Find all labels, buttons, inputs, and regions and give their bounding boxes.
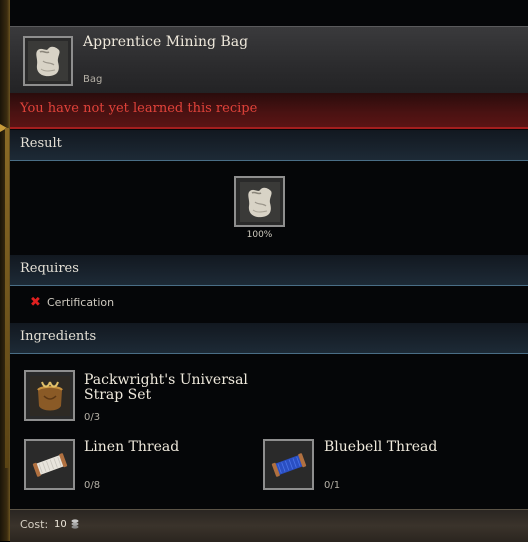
item-title: Apprentice Mining Bag [83,34,249,50]
recipe-panel: Apprentice Mining Bag Bag You have not y… [10,0,528,542]
ingredient-count: 0/8 [84,480,101,491]
cross-icon: ✖ [30,295,41,310]
item-slot[interactable] [23,36,73,86]
ingredient-name: Packwright's Universal Strap Set [84,372,248,403]
bluebell-thread-icon [268,444,309,485]
silver-coin-icon [71,519,79,529]
bag-icon [28,41,68,81]
result-heading: Result [20,136,62,151]
strap-set-icon [29,375,70,416]
result-item-slot[interactable] [234,176,285,227]
cost-footer: Cost: 10 [10,509,528,542]
linen-thread-icon [29,444,70,485]
result-section-header: Result [10,130,528,161]
ingredient-slot-linen-thread[interactable] [24,439,75,490]
ingredients-section-header: Ingredients [10,323,528,354]
ingredient-slot-strap-set[interactable] [24,370,75,421]
ingredient-slot-bluebell-thread[interactable] [263,439,314,490]
recipe-warning: You have not yet learned this recipe [10,93,528,129]
ingredient-name: Bluebell Thread [324,439,438,455]
item-type: Bag [83,74,103,85]
cost-label: Cost: [20,518,49,531]
ingredient-count: 0/3 [84,412,101,423]
window-edge-rail [0,0,10,541]
ingredients-heading: Ingredients [20,329,97,344]
edge-bar [5,128,9,468]
bag-icon [239,181,280,222]
ingredient-name: Linen Thread [84,439,180,455]
requirement-certification: Certification [47,296,115,309]
cost-value: 10 [54,519,67,530]
recipe-header: Apprentice Mining Bag Bag [10,26,528,93]
ingredient-count: 0/1 [324,480,341,491]
requires-heading: Requires [20,261,79,276]
warning-text: You have not yet learned this recipe [20,101,258,116]
result-chance: 100% [246,230,273,240]
requires-section-header: Requires [10,255,528,286]
